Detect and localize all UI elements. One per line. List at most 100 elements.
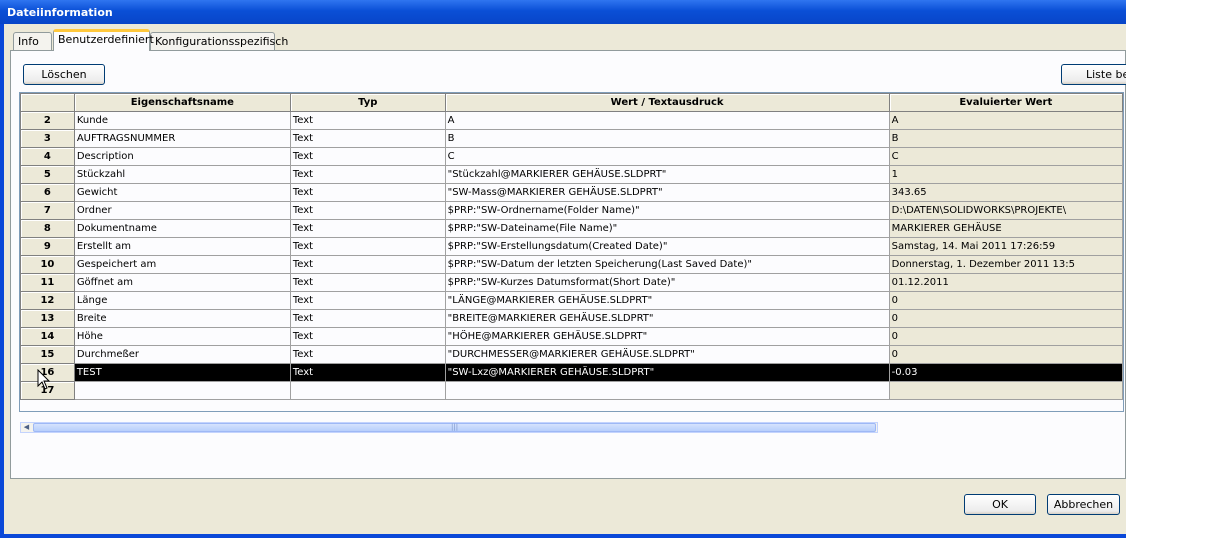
edit-list-button-label: Liste bea — [1086, 68, 1126, 81]
row-number[interactable]: 8 — [20, 219, 75, 238]
cell-type[interactable]: Text — [289, 219, 446, 238]
cell-name[interactable]: Länge — [73, 291, 291, 310]
table-row[interactable]: 8 Dokumentname Text $PRP:"SW-Dateiname(File… — [20, 219, 1123, 238]
row-number[interactable]: 14 — [20, 327, 75, 346]
row-number[interactable]: 4 — [20, 147, 75, 166]
cell-name[interactable]: Description — [73, 147, 291, 166]
cell-value[interactable]: $PRP:"SW-Datum der letzten Speicherung(L… — [444, 255, 890, 274]
cell-name[interactable]: Kunde — [73, 111, 291, 130]
table-row[interactable]: 15 Durchmeßer Text "DURCHMESSER@MARKIERER G… — [20, 345, 1123, 364]
cell-name[interactable] — [73, 381, 291, 400]
tab-benutzerdefiniert[interactable]: Benutzerdefiniert — [53, 29, 154, 51]
table-row[interactable]: 10 Gespeichert am Text $PRP:"SW-Datum der l… — [20, 255, 1123, 274]
column-header-evaluated[interactable]: Evaluierter Wert — [888, 93, 1123, 112]
cell-value[interactable]: C — [444, 147, 890, 166]
ok-button[interactable]: OK — [964, 494, 1036, 515]
table-row[interactable]: 3 AUFTRAGSNUMMER Text B B — [20, 129, 1123, 148]
cell-type[interactable]: Text — [289, 309, 446, 328]
corner-header[interactable] — [20, 93, 75, 112]
table-row[interactable]: 11 Göffnet am Text $PRP:"SW-Kurzes Datumsfo… — [20, 273, 1123, 292]
title-bar[interactable]: Dateiinformation — [0, 0, 1126, 24]
cell-name[interactable]: Dokumentname — [73, 219, 291, 238]
cell-type[interactable]: Text — [289, 327, 446, 346]
cell-type[interactable]: Text — [289, 363, 446, 382]
cell-type[interactable]: Text — [289, 147, 446, 166]
row-number[interactable]: 2 — [20, 111, 75, 130]
table-row[interactable]: 9 Erstellt am Text $PRP:"SW-Erstellungsdatu… — [20, 237, 1123, 256]
tab-konfigurationsspezifisch[interactable]: Konfigurationsspezifisch — [150, 32, 288, 50]
cell-type[interactable]: Text — [289, 345, 446, 364]
cell-name[interactable]: AUFTRAGSNUMMER — [73, 129, 291, 148]
table-row[interactable]: 4 Description Text C C — [20, 147, 1123, 166]
cell-value[interactable]: A — [444, 111, 890, 130]
cell-evaluated: 0 — [888, 345, 1123, 364]
cell-name[interactable]: Stückzahl — [73, 165, 291, 184]
cell-type[interactable]: Text — [289, 129, 446, 148]
cell-name[interactable]: Gewicht — [73, 183, 291, 202]
cell-type[interactable]: Text — [289, 291, 446, 310]
cancel-button[interactable]: Abbrechen — [1047, 494, 1120, 515]
row-number[interactable]: 10 — [20, 255, 75, 274]
column-header-value[interactable]: Wert / Textausdruck — [444, 93, 890, 112]
row-number[interactable]: 13 — [20, 309, 75, 328]
cell-value[interactable]: "LÄNGE@MARKIERER GEHÄUSE.SLDPRT" — [444, 291, 890, 310]
tab-konfigurationsspezifisch-label: Konfigurationsspezifisch — [155, 35, 289, 48]
scroll-left-arrow-icon[interactable]: ◀ — [21, 423, 32, 432]
cell-name[interactable]: Gespeichert am — [73, 255, 291, 274]
row-number[interactable]: 9 — [20, 237, 75, 256]
cell-value[interactable]: $PRP:"SW-Kurzes Datumsformat(Short Date)… — [444, 273, 890, 292]
cell-type[interactable]: Text — [289, 111, 446, 130]
cell-type[interactable]: Text — [289, 237, 446, 256]
cell-name[interactable]: Göffnet am — [73, 273, 291, 292]
cell-type[interactable]: Text — [289, 255, 446, 274]
cell-type[interactable]: Text — [289, 165, 446, 184]
cell-value[interactable]: "HÖHE@MARKIERER GEHÄUSE.SLDPRT" — [444, 327, 890, 346]
row-number[interactable]: 3 — [20, 129, 75, 148]
cell-value[interactable] — [444, 381, 890, 400]
row-number[interactable]: 15 — [20, 345, 75, 364]
horizontal-scrollbar[interactable]: ◀ ||| — [20, 422, 878, 433]
properties-grid[interactable]: Eigenschaftsname Typ Wert / Textausdruck… — [19, 92, 1124, 412]
table-row[interactable]: 17 — [20, 381, 1123, 400]
column-header-name[interactable]: Eigenschaftsname — [73, 93, 291, 112]
cell-name[interactable]: TEST — [73, 363, 291, 382]
table-row[interactable]: 6 Gewicht Text "SW-Mass@MARKIERER GEHÄUSE.S… — [20, 183, 1123, 202]
properties-table: Eigenschaftsname Typ Wert / Textausdruck… — [20, 93, 1123, 400]
table-row[interactable]: 14 Höhe Text "HÖHE@MARKIERER GEHÄUSE.SLDPRT… — [20, 327, 1123, 346]
cell-type[interactable]: Text — [289, 201, 446, 220]
tab-info[interactable]: Info — [13, 32, 52, 50]
row-number[interactable]: 6 — [20, 183, 75, 202]
table-row[interactable]: 12 Länge Text "LÄNGE@MARKIERER GEHÄUSE.SLDP… — [20, 291, 1123, 310]
cell-name[interactable]: Ordner — [73, 201, 291, 220]
table-row[interactable]: 2 Kunde Text A A — [20, 111, 1123, 130]
cell-type[interactable] — [289, 381, 446, 400]
cell-value[interactable]: "Stückzahl@MARKIERER GEHÄUSE.SLDPRT" — [444, 165, 890, 184]
cell-name[interactable]: Erstellt am — [73, 237, 291, 256]
cell-value[interactable]: B — [444, 129, 890, 148]
cell-type[interactable]: Text — [289, 273, 446, 292]
cell-type[interactable]: Text — [289, 183, 446, 202]
row-number[interactable]: 11 — [20, 273, 75, 292]
delete-button[interactable]: Löschen — [23, 64, 105, 85]
row-number[interactable]: 7 — [20, 201, 75, 220]
cell-value[interactable]: $PRP:"SW-Erstellungsdatum(Created Date)" — [444, 237, 890, 256]
cell-value[interactable]: "SW-Lxz@MARKIERER GEHÄUSE.SLDPRT" — [444, 363, 890, 382]
cell-value[interactable]: "DURCHMESSER@MARKIERER GEHÄUSE.SLDPRT" — [444, 345, 890, 364]
table-row[interactable]: 13 Breite Text "BREITE@MARKIERER GEHÄUSE.SL… — [20, 309, 1123, 328]
cell-value[interactable]: "BREITE@MARKIERER GEHÄUSE.SLDPRT" — [444, 309, 890, 328]
column-header-type[interactable]: Typ — [289, 93, 446, 112]
cell-value[interactable]: $PRP:"SW-Ordnername(Folder Name)" — [444, 201, 890, 220]
table-row[interactable]: 7 Ordner Text $PRP:"SW-Ordnername(Folder Na… — [20, 201, 1123, 220]
table-row[interactable]: 5 Stückzahl Text "Stückzahl@MARKIERER GEHÄU… — [20, 165, 1123, 184]
row-number[interactable]: 12 — [20, 291, 75, 310]
ok-button-label: OK — [992, 498, 1008, 511]
cell-name[interactable]: Höhe — [73, 327, 291, 346]
table-row[interactable]: 16 TEST Text "SW-Lxz@MARKIERER GEHÄUSE.SLDP… — [20, 363, 1123, 382]
cell-value[interactable]: $PRP:"SW-Dateiname(File Name)" — [444, 219, 890, 238]
cell-name[interactable]: Breite — [73, 309, 291, 328]
cell-value[interactable]: "SW-Mass@MARKIERER GEHÄUSE.SLDPRT" — [444, 183, 890, 202]
tab-info-label: Info — [18, 35, 39, 48]
cell-name[interactable]: Durchmeßer — [73, 345, 291, 364]
edit-list-button[interactable]: Liste bea — [1061, 64, 1126, 85]
row-number[interactable]: 5 — [20, 165, 75, 184]
